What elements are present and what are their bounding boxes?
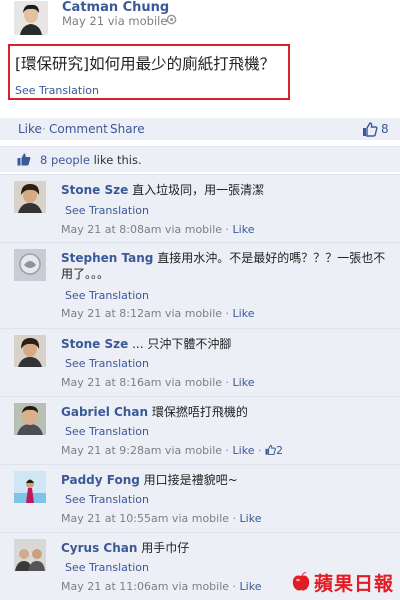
comment-time: May 21 at 8:16am via mobile: [61, 376, 223, 389]
see-translation-link[interactable]: See Translation: [65, 561, 149, 574]
thumbs-up-icon: [265, 445, 276, 455]
post-text: [環保研究]如何用最少的廁紙打飛機？: [15, 55, 276, 73]
comment-like-count-number: 2: [275, 444, 283, 457]
see-translation-link[interactable]: See Translation: [65, 357, 149, 370]
separator-dot: ·: [42, 122, 46, 136]
commenter-name[interactable]: Gabriel Chan: [61, 405, 148, 419]
comment-like-link[interactable]: Like: [233, 223, 255, 236]
comment-meta: May 21 at 11:06am via mobile · Like: [61, 580, 262, 593]
commenter-name[interactable]: Stone Sze: [61, 337, 128, 351]
comment-meta: May 21 at 8:08am via mobile · Like: [61, 223, 255, 236]
comment-meta: May 21 at 8:12am via mobile · Like: [61, 307, 255, 320]
commenter-avatar[interactable]: [14, 249, 46, 281]
commenter-name[interactable]: Stone Sze: [61, 183, 128, 197]
comment-like-count[interactable]: 2: [265, 444, 283, 457]
comment-item: Stephen Tang 直接用水沖。不是最好的嗎？？？一張也不 用了。。。 S…: [0, 242, 400, 328]
likes-people-link[interactable]: 8 people: [40, 153, 90, 167]
comment-time: May 21 at 10:55am via mobile: [61, 512, 230, 525]
comment-meta: May 21 at 10:55am via mobile · Like: [61, 512, 262, 525]
comment-text-line: Stephen Tang 直接用水沖。不是最好的嗎？？？一張也不: [61, 249, 385, 266]
comment-meta: May 21 at 8:16am via mobile · Like: [61, 376, 255, 389]
comment-text-line: Stone Sze 直入垃圾同，用一張清潔: [61, 181, 264, 198]
commenter-avatar[interactable]: [14, 471, 46, 503]
post-header: Catman Chung May 21 via mobile: [0, 0, 400, 40]
comment-text: 直接用水沖。不是最好的嗎？？？一張也不: [157, 251, 386, 265]
post-like-count-number: 8: [381, 122, 389, 136]
likes-summary: 8 people like this.: [0, 146, 400, 172]
comment-item: Gabriel Chan 環保撚唔打飛機的 See Translation Ma…: [0, 396, 400, 464]
see-translation-link[interactable]: See Translation: [15, 84, 99, 97]
commenter-avatar[interactable]: [14, 539, 46, 571]
comment-text-line: Gabriel Chan 環保撚唔打飛機的: [61, 403, 248, 420]
see-translation-link[interactable]: See Translation: [65, 425, 149, 438]
audience-icon: [166, 14, 177, 25]
comment-text: 直入垃圾同，用一張清潔: [132, 183, 265, 197]
post-body-highlight: [環保研究]如何用最少的廁紙打飛機？ See Translation: [8, 44, 290, 100]
share-link[interactable]: Share: [110, 122, 145, 136]
post-action-bar: Like · Comment · Share 8: [0, 118, 400, 140]
likes-suffix: like this.: [89, 153, 142, 167]
comment-time: May 21 at 8:12am via mobile: [61, 307, 223, 320]
comment-like-link[interactable]: Like: [233, 444, 255, 457]
comment-text: ... 只沖下體不沖腳: [132, 337, 232, 351]
likes-summary-text: 8 people like this.: [40, 153, 142, 167]
comment-time: May 21 at 11:06am via mobile: [61, 580, 230, 593]
like-link[interactable]: Like: [18, 122, 42, 136]
comment-text: 用口接是禮貌吧~: [143, 473, 238, 487]
commenter-name[interactable]: Stephen Tang: [61, 251, 153, 265]
see-translation-link[interactable]: See Translation: [65, 289, 149, 302]
thumbs-up-icon: [17, 153, 31, 166]
thumbs-up-icon: [363, 122, 378, 137]
commenter-avatar[interactable]: [14, 335, 46, 367]
commenter-avatar[interactable]: [14, 181, 46, 213]
comment-like-link[interactable]: Like: [240, 580, 262, 593]
separator-dot: ·: [103, 122, 107, 136]
comment-item: Stone Sze 直入垃圾同，用一張清潔 See Translation Ma…: [0, 174, 400, 242]
see-translation-link[interactable]: See Translation: [65, 493, 149, 506]
see-translation-link[interactable]: See Translation: [65, 204, 149, 217]
author-avatar[interactable]: [14, 1, 48, 35]
comment-text-line: Stone Sze ... 只沖下體不沖腳: [61, 335, 231, 352]
apple-daily-watermark: 蘋果日報: [290, 568, 396, 595]
comment-text-line: Cyrus Chan 用手巾仔: [61, 539, 189, 556]
comment-text: 用手巾仔: [141, 541, 190, 555]
commenter-name[interactable]: Cyrus Chan: [61, 541, 137, 555]
comment-link[interactable]: Comment: [49, 122, 108, 136]
apple-logo-icon: [292, 571, 310, 591]
comment-text: 環保撚唔打飛機的: [151, 405, 248, 419]
comment-text-continued: 用了。。。: [61, 267, 110, 281]
comment-like-link[interactable]: Like: [233, 376, 255, 389]
post-like-count[interactable]: 8: [362, 120, 400, 138]
commenter-avatar[interactable]: [14, 403, 46, 435]
comment-meta: May 21 at 9:28am via mobile · Like · 2: [61, 444, 283, 457]
comment-like-link[interactable]: Like: [240, 512, 262, 525]
comment-text-line: Paddy Fong 用口接是禮貌吧~: [61, 471, 238, 488]
comment-time: May 21 at 8:08am via mobile: [61, 223, 223, 236]
comment-like-link[interactable]: Like: [233, 307, 255, 320]
comment-item: Stone Sze ... 只沖下體不沖腳 See Translation Ma…: [0, 328, 400, 396]
post-meta: May 21 via mobile: [62, 14, 168, 28]
comment-item: Paddy Fong 用口接是禮貌吧~ See Translation May …: [0, 464, 400, 532]
commenter-name[interactable]: Paddy Fong: [61, 473, 140, 487]
watermark-text: 蘋果日報: [314, 573, 395, 595]
comment-time: May 21 at 9:28am via mobile: [61, 444, 223, 457]
post-author[interactable]: Catman Chung: [62, 0, 169, 15]
